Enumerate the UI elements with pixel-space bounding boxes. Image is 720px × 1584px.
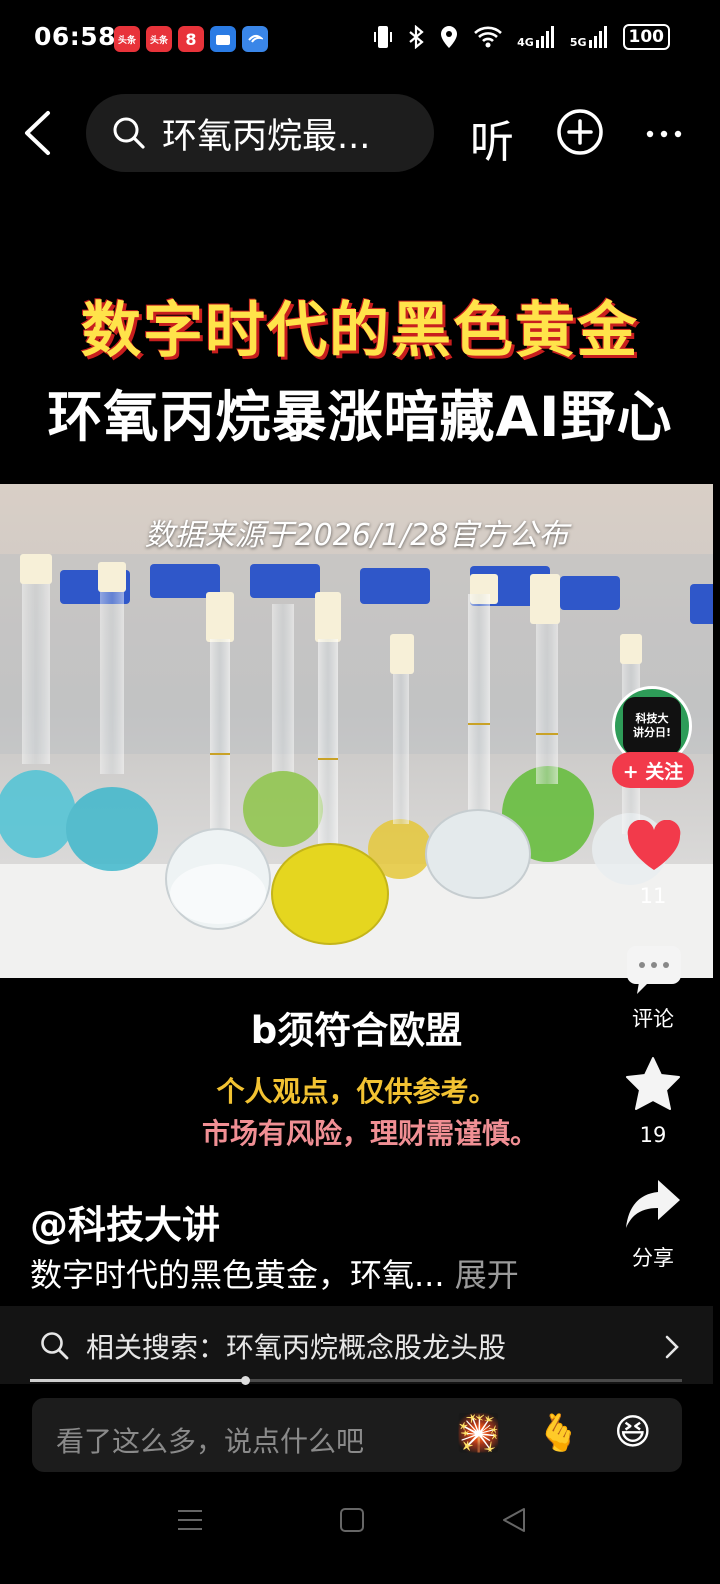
like-count: 11 <box>639 884 667 908</box>
signal-5g-icon: 5G <box>570 26 609 48</box>
search-query: 环氧丙烷最... <box>162 116 371 157</box>
heart-icon <box>627 819 681 870</box>
video-progress-fill <box>30 1379 245 1382</box>
follow-button[interactable]: + 关注 <box>612 752 694 788</box>
comment-label: 评论 <box>632 1007 674 1031</box>
comment-bubble-icon <box>627 946 681 994</box>
toutiao-app-icon: 头条 <box>114 26 140 52</box>
system-status-icons: 4G 5G 100 <box>373 24 670 50</box>
toutiao-lite-app-icon: 头条 <box>146 26 172 52</box>
menu-nav-icon[interactable] <box>176 1506 204 1534</box>
favorite-count: 19 <box>639 1123 667 1147</box>
share-arrow-icon <box>626 1180 680 1228</box>
video-headline-line1: 数字时代的黑色黄金 <box>81 296 639 366</box>
add-button[interactable] <box>556 108 604 160</box>
chevron-left-icon <box>25 111 50 155</box>
listen-button[interactable]: 听 <box>470 106 514 170</box>
video-subtitle: b须符合欧盟 <box>250 1009 463 1052</box>
more-dots-icon <box>646 130 682 138</box>
video-headline-line2: 环氧丙烷暴涨暗藏AI野心 <box>47 385 673 449</box>
expand-link[interactable]: 展开 <box>455 1256 519 1294</box>
author-name[interactable]: @科技大讲 <box>30 1194 220 1249</box>
favorite-button[interactable] <box>624 1056 682 1116</box>
source-caption: 数据来源于2026/1/28官方公布 <box>144 518 569 553</box>
location-icon <box>441 26 458 48</box>
chevron-right-icon <box>665 1335 679 1359</box>
home-nav-icon[interactable] <box>338 1506 366 1534</box>
blue-swirl-app-icon <box>242 26 268 52</box>
star-icon <box>626 1057 680 1110</box>
like-button[interactable] <box>626 819 682 876</box>
signal-4g-icon: 4G <box>517 26 556 48</box>
fireworks-emoji-button[interactable]: 🎇 <box>456 1412 501 1454</box>
bluetooth-icon <box>409 25 424 49</box>
video-progress-handle[interactable] <box>241 1376 250 1385</box>
red-app-icon: 8 <box>178 26 204 52</box>
disclaimer-line1: 个人观点，仅供参考。 <box>216 1075 497 1108</box>
more-button[interactable] <box>646 112 682 162</box>
search-bar[interactable]: 环氧丙烷最... <box>86 94 434 172</box>
battery-indicator: 100 <box>622 24 670 50</box>
avatar-logo-text: 科技大 讲分日! <box>623 697 681 755</box>
related-search-label: 相关搜索：环氧丙烷概念股龙头股 <box>86 1331 507 1364</box>
disclaimer-line2: 市场有风险，理财需谨慎。 <box>201 1117 538 1150</box>
back-nav-icon[interactable] <box>500 1506 528 1534</box>
search-icon <box>41 1332 69 1360</box>
notification-app-icons: 头条 头条 8 <box>114 26 268 52</box>
comment-button[interactable] <box>627 946 681 1000</box>
plus-circle-icon <box>557 109 603 155</box>
video-description[interactable]: 数字时代的黑色黄金，环氧... 展开 <box>30 1250 519 1296</box>
blue-folder-app-icon <box>210 26 236 52</box>
wifi-icon <box>474 26 503 48</box>
vibrate-icon <box>374 26 393 48</box>
comment-placeholder: 看了这么多，说点什么吧 <box>56 1425 365 1458</box>
search-icon <box>113 117 145 149</box>
video-frame-flasks-photo[interactable] <box>0 484 713 978</box>
status-time: 06:58 <box>34 22 117 51</box>
laughing-emoji-button[interactable]: 😆 <box>614 1412 652 1453</box>
share-label: 分享 <box>632 1246 674 1270</box>
finger-heart-emoji-button[interactable]: 🫰 <box>536 1412 581 1454</box>
description-text: 数字时代的黑色黄金，环氧... <box>30 1256 445 1294</box>
share-button[interactable] <box>624 1178 682 1234</box>
back-button[interactable] <box>22 110 62 158</box>
